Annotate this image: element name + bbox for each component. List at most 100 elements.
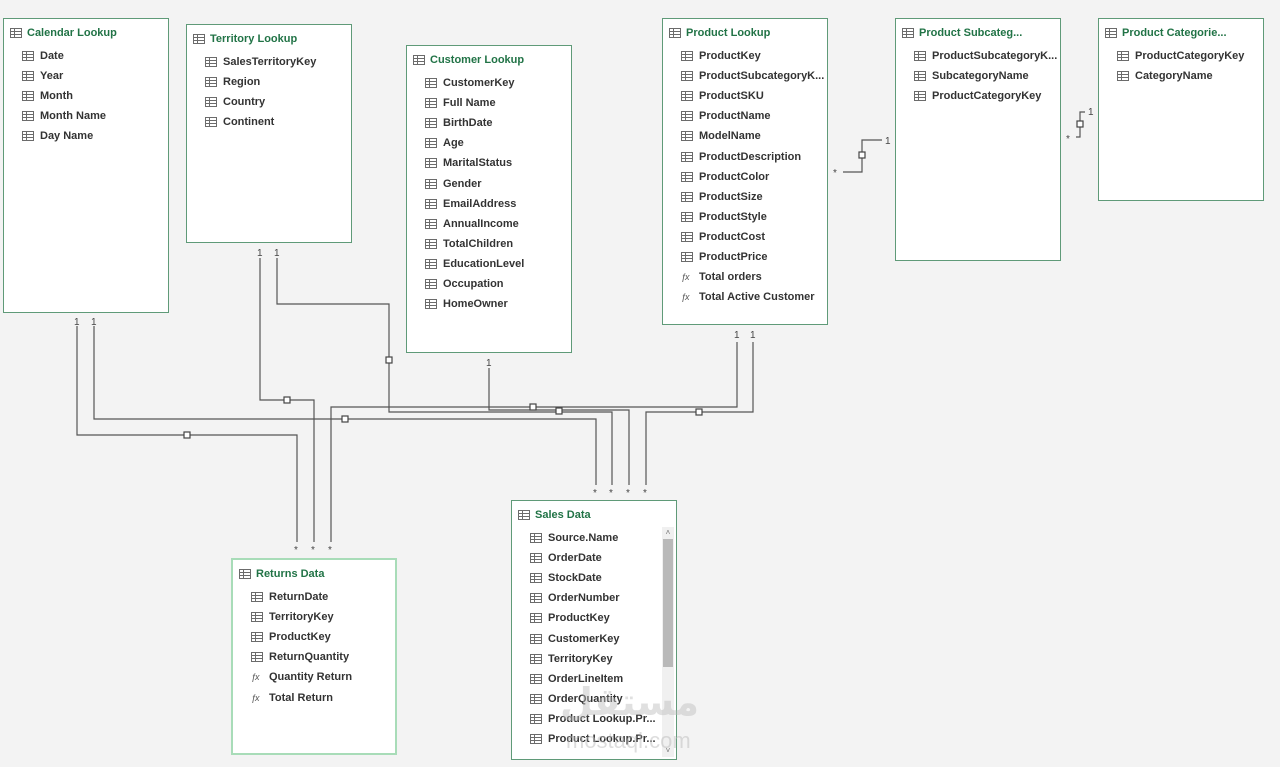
table-column-icon	[425, 118, 437, 129]
field-item[interactable]: OrderDate	[530, 548, 676, 568]
table-header[interactable]: Customer Lookup	[407, 46, 571, 73]
field-item[interactable]: EducationLevel	[425, 254, 571, 274]
field-item[interactable]: ProductName	[681, 106, 827, 126]
field-item[interactable]: Region	[205, 72, 351, 92]
field-item[interactable]: HomeOwner	[425, 294, 571, 314]
table-title: Sales Data	[535, 508, 591, 521]
field-item[interactable]: TerritoryKey	[530, 649, 676, 669]
scroll-thumb[interactable]	[663, 539, 673, 667]
field-name: Occupation	[443, 277, 504, 290]
field-item[interactable]: Month	[22, 86, 168, 106]
table-header[interactable]: Calendar Lookup	[4, 19, 168, 46]
table-title: Product Subcateg...	[919, 26, 1023, 39]
field-item[interactable]: ProductKey	[681, 46, 827, 66]
table-column-icon	[22, 131, 34, 142]
field-name: CategoryName	[1135, 70, 1213, 83]
table-header[interactable]: Returns Data	[233, 560, 395, 587]
field-list: ProductKey ProductSubcategoryK... ProductS…	[663, 46, 827, 307]
table-header[interactable]: Sales Data	[512, 501, 676, 528]
field-item[interactable]: ModelName	[681, 126, 827, 146]
table-column-icon	[914, 51, 926, 62]
field-item[interactable]: OrderNumber	[530, 588, 676, 608]
table-calendar-lookup[interactable]: Calendar Lookup Date Year Month Month Name Da…	[3, 18, 169, 313]
field-item[interactable]: Gender	[425, 173, 571, 193]
field-name: ReturnQuantity	[269, 651, 350, 664]
field-name: ProductSKU	[699, 90, 764, 103]
table-icon	[413, 54, 425, 65]
table-column-icon	[425, 278, 437, 289]
field-item[interactable]: ProductCost	[681, 227, 827, 247]
field-name: TerritoryKey	[269, 611, 334, 624]
direction-arrow	[183, 431, 191, 439]
field-item[interactable]: ProductSize	[681, 187, 827, 207]
table-title: Territory Lookup	[210, 32, 298, 45]
scroll-up-icon[interactable]: ˄	[662, 527, 674, 539]
field-item[interactable]: CustomerKey	[530, 628, 676, 648]
table-column-icon	[681, 71, 693, 82]
field-item[interactable]: ProductColor	[681, 167, 827, 187]
table-customer-lookup[interactable]: Customer Lookup CustomerKey Full Name Birth…	[406, 45, 572, 353]
field-item[interactable]: Day Name	[22, 126, 168, 146]
field-item[interactable]: Year	[22, 66, 168, 86]
table-header[interactable]: Product Lookup	[663, 19, 827, 46]
field-item[interactable]: Date	[22, 46, 168, 66]
field-item[interactable]: Age	[425, 133, 571, 153]
field-item[interactable]: ProductCategoryKey	[914, 86, 1060, 106]
field-item[interactable]: Occupation	[425, 274, 571, 294]
table-header[interactable]: Territory Lookup	[187, 25, 351, 52]
field-item[interactable]: ƒx Total orders	[681, 267, 827, 287]
table-column-icon	[425, 218, 437, 229]
field-item[interactable]: Source.Name	[530, 528, 676, 548]
field-name: ReturnDate	[269, 591, 329, 604]
table-column-icon	[681, 131, 693, 142]
table-product-subcategories[interactable]: Product Subcateg... ProductSubcategoryK..…	[895, 18, 1061, 261]
field-item[interactable]: ƒx Quantity Return	[251, 667, 395, 687]
field-item[interactable]: ProductStyle	[681, 207, 827, 227]
field-item[interactable]: ProductDescription	[681, 146, 827, 166]
table-product-lookup[interactable]: Product Lookup ProductKey ProductSubcatego…	[662, 18, 828, 325]
field-item[interactable]: BirthDate	[425, 113, 571, 133]
field-item[interactable]: ReturnQuantity	[251, 647, 395, 667]
field-name: TotalChildren	[443, 237, 514, 250]
field-item[interactable]: AnnualIncome	[425, 214, 571, 234]
field-item[interactable]: EmailAddress	[425, 194, 571, 214]
field-item[interactable]: Continent	[205, 112, 351, 132]
table-column-icon	[1117, 51, 1129, 62]
field-item[interactable]: CategoryName	[1117, 66, 1263, 86]
field-item[interactable]: ƒx Total Return	[251, 687, 395, 707]
field-item[interactable]: ProductSKU	[681, 86, 827, 106]
field-item[interactable]: Month Name	[22, 106, 168, 126]
field-item[interactable]: SalesTerritoryKey	[205, 52, 351, 72]
table-header[interactable]: Product Categorie...	[1099, 19, 1263, 46]
field-name: OrderDate	[548, 552, 602, 565]
field-item[interactable]: TotalChildren	[425, 234, 571, 254]
table-territory-lookup[interactable]: Territory Lookup SalesTerritoryKey Region C…	[186, 24, 352, 243]
table-icon	[902, 27, 914, 38]
field-item[interactable]: ProductKey	[530, 608, 676, 628]
field-name: ProductSize	[699, 190, 763, 203]
field-item[interactable]: Country	[205, 92, 351, 112]
field-item[interactable]: ProductKey	[251, 627, 395, 647]
table-returns-data[interactable]: Returns Data ReturnDate TerritoryKey Produc…	[231, 558, 397, 755]
field-name: TerritoryKey	[548, 652, 613, 665]
field-item[interactable]: ProductCategoryKey	[1117, 46, 1263, 66]
table-header[interactable]: Product Subcateg...	[896, 19, 1060, 46]
field-name: ProductCategoryKey	[932, 90, 1042, 103]
field-item[interactable]: SubcategoryName	[914, 66, 1060, 86]
field-item[interactable]: StockDate	[530, 568, 676, 588]
field-item[interactable]: ProductPrice	[681, 247, 827, 267]
field-item[interactable]: ƒx Total Active Customer	[681, 287, 827, 307]
table-column-icon	[530, 553, 542, 564]
field-item[interactable]: Full Name	[425, 93, 571, 113]
table-product-categories[interactable]: Product Categorie... ProductCategoryKey Ca…	[1098, 18, 1264, 201]
field-list: SalesTerritoryKey Region Country Continent	[187, 52, 351, 132]
field-name: Year	[40, 70, 64, 83]
field-item[interactable]: ReturnDate	[251, 587, 395, 607]
table-column-icon	[425, 238, 437, 249]
field-item[interactable]: MaritalStatus	[425, 153, 571, 173]
field-item[interactable]: TerritoryKey	[251, 607, 395, 627]
field-item[interactable]: ProductSubcategoryK...	[681, 66, 827, 86]
field-item[interactable]: ProductSubcategoryK...	[914, 46, 1060, 66]
field-name: ProductName	[699, 110, 771, 123]
field-item[interactable]: CustomerKey	[425, 73, 571, 93]
